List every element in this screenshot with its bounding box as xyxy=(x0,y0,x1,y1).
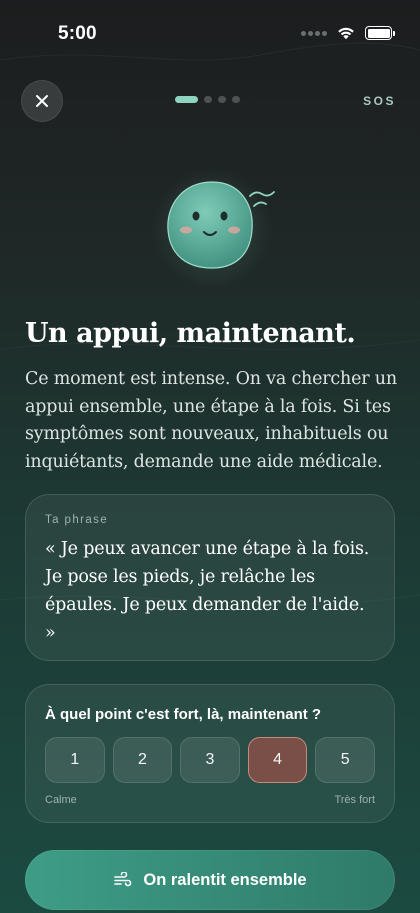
wind-icon xyxy=(114,872,132,887)
rating-option-5[interactable]: 5 xyxy=(315,737,375,783)
phrase-card: Ta phrase « Je peux avancer une étape à … xyxy=(25,494,395,661)
rating-scale-labels: Calme Très fort xyxy=(45,794,375,806)
progress-step-2 xyxy=(204,96,212,103)
slow-down-together-button[interactable]: On ralentit ensemble xyxy=(25,850,395,910)
cellular-signal-icon xyxy=(301,30,327,36)
status-time: 5:00 xyxy=(58,23,97,44)
rating-max-label: Très fort xyxy=(334,794,375,806)
intro-text: Ce moment est intense. On va chercher un… xyxy=(25,369,397,472)
rating-options: 1 2 3 4 5 xyxy=(45,737,375,783)
close-button[interactable] xyxy=(21,80,63,122)
sos-button[interactable]: SOS xyxy=(363,94,396,108)
cta-label: On ralentit ensemble xyxy=(143,870,307,889)
status-bar: 5:00 xyxy=(0,0,420,60)
phrase-label: Ta phrase xyxy=(45,514,109,526)
intensity-rating-card: À quel point c'est fort, là, maintenant … xyxy=(25,684,395,823)
rating-option-2[interactable]: 2 xyxy=(112,737,173,783)
rating-question: À quel point c'est fort, là, maintenant … xyxy=(45,706,322,723)
step-progress-indicator xyxy=(175,96,240,103)
progress-step-3 xyxy=(218,96,226,103)
phrase-text: « Je peux avancer une étape à la fois. J… xyxy=(45,539,370,643)
rating-option-4[interactable]: 4 xyxy=(247,737,308,783)
progress-step-1 xyxy=(175,96,198,103)
rating-option-3[interactable]: 3 xyxy=(180,737,240,783)
status-icons xyxy=(301,26,395,40)
close-icon xyxy=(36,95,48,107)
rating-min-label: Calme xyxy=(45,794,77,806)
page-title: Un appui, maintenant. xyxy=(25,318,356,349)
progress-step-4 xyxy=(232,96,240,103)
battery-icon xyxy=(365,26,395,40)
mascot-icon xyxy=(152,168,275,288)
rating-option-1[interactable]: 1 xyxy=(45,737,105,783)
wifi-icon xyxy=(338,27,354,40)
